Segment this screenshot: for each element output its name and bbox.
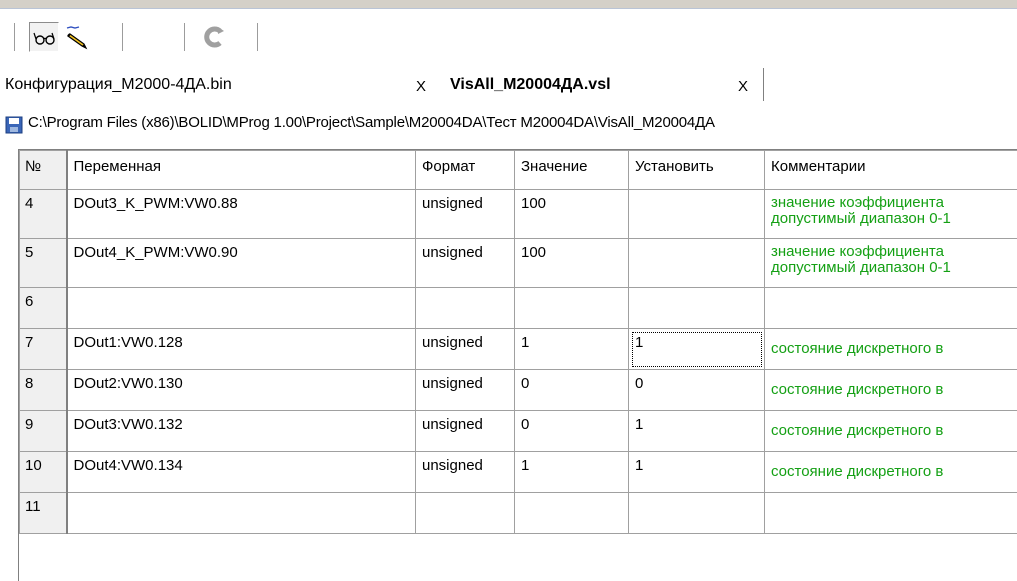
column-header-set[interactable]: Установить <box>628 150 765 190</box>
comment-line: значение коэффициента <box>771 243 944 260</box>
comment-cell[interactable]: состояние дискретного в <box>764 369 1017 411</box>
pencil-icon[interactable] <box>62 22 92 52</box>
variables-table: № Переменная Формат Значение Установить … <box>18 149 1017 581</box>
document-tabs: Конфигурация_М2000-4ДА.bin X VisAll_М200… <box>0 66 1017 104</box>
variable-cell[interactable]: DOut4_K_PWM:VW0.90 <box>66 238 416 288</box>
value-cell: 1 <box>514 328 629 370</box>
table-row[interactable]: 9 DOut3:VW0.132 unsigned 0 1 состояние д… <box>19 410 1017 452</box>
row-number: 4 <box>19 189 68 239</box>
tab-label: VisAll_М20004ДА.vsl <box>450 76 611 93</box>
row-number: 8 <box>19 369 68 411</box>
set-value-input[interactable] <box>628 287 765 329</box>
file-path: C:\Program Files (x86)\BOLID\MProg 1.00\… <box>28 114 715 131</box>
value-cell: 100 <box>514 189 629 239</box>
comment-line: значение коэффициента <box>771 194 944 211</box>
format-cell[interactable]: unsigned <box>415 410 515 452</box>
title-strip <box>0 0 1017 9</box>
file-path-bar: C:\Program Files (x86)\BOLID\MProg 1.00\… <box>0 108 1017 138</box>
toolbar-separator <box>257 23 258 51</box>
tab-close-button[interactable]: X <box>416 78 426 95</box>
row-number: 7 <box>19 328 68 370</box>
comment-line: допустимый диапазон 0-1 <box>771 259 951 276</box>
table-header-row: № Переменная Формат Значение Установить … <box>19 150 1017 190</box>
comment-cell[interactable]: состояние дискретного в <box>764 451 1017 493</box>
column-header-variable[interactable]: Переменная <box>66 150 416 190</box>
table-row[interactable]: 6 <box>19 287 1017 329</box>
set-value-input[interactable] <box>628 492 765 534</box>
variable-cell[interactable] <box>66 287 416 329</box>
comment-cell[interactable] <box>764 492 1017 534</box>
value-cell: 0 <box>514 410 629 452</box>
table-row[interactable]: 5 DOut4_K_PWM:VW0.90 unsigned 100 значен… <box>19 238 1017 288</box>
format-cell[interactable] <box>415 492 515 534</box>
format-cell[interactable]: unsigned <box>415 328 515 370</box>
format-cell[interactable]: unsigned <box>415 238 515 288</box>
table-row[interactable]: 8 DOut2:VW0.130 unsigned 0 0 состояние д… <box>19 369 1017 411</box>
toolbar-separator <box>14 23 15 51</box>
table-row[interactable]: 11 <box>19 492 1017 534</box>
variable-cell[interactable] <box>66 492 416 534</box>
set-value-input[interactable]: 0 <box>628 369 765 411</box>
set-value-input[interactable]: 1 <box>628 451 765 493</box>
format-cell[interactable]: unsigned <box>415 369 515 411</box>
table-row[interactable]: 7 DOut1:VW0.128 unsigned 1 1 состояние д… <box>19 328 1017 370</box>
comment-line: допустимый диапазон 0-1 <box>771 210 951 227</box>
value-cell: 0 <box>514 369 629 411</box>
toolbar-separator <box>122 23 123 51</box>
variable-cell[interactable]: DOut2:VW0.130 <box>66 369 416 411</box>
comment-cell[interactable]: состояние дискретного в <box>764 328 1017 370</box>
value-cell: 100 <box>514 238 629 288</box>
tab-close-button[interactable]: X <box>738 78 748 95</box>
value-cell: 1 <box>514 451 629 493</box>
set-value-input[interactable]: 1 <box>628 410 765 452</box>
format-cell[interactable] <box>415 287 515 329</box>
tab-label: Конфигурация_М2000-4ДА.bin <box>5 76 232 93</box>
format-cell[interactable]: unsigned <box>415 189 515 239</box>
table-row[interactable]: 10 DOut4:VW0.134 unsigned 1 1 состояние … <box>19 451 1017 493</box>
save-icon[interactable] <box>5 116 23 134</box>
tab-divider <box>763 68 764 101</box>
toolbar-separator <box>184 23 185 51</box>
set-value-input[interactable]: 1 <box>628 328 765 370</box>
set-value-input[interactable] <box>628 238 765 288</box>
table-row[interactable]: 4 DOut3_K_PWM:VW0.88 unsigned 100 значен… <box>19 189 1017 239</box>
variable-cell[interactable]: DOut3:VW0.132 <box>66 410 416 452</box>
set-value-input[interactable] <box>628 189 765 239</box>
refresh-icon[interactable] <box>199 22 229 52</box>
row-number: 6 <box>19 287 68 329</box>
column-header-format[interactable]: Формат <box>415 150 515 190</box>
row-number: 10 <box>19 451 68 493</box>
column-header-number[interactable]: № <box>19 150 68 190</box>
column-header-value[interactable]: Значение <box>514 150 629 190</box>
row-number: 11 <box>19 492 68 534</box>
tab-configuration[interactable]: Конфигурация_М2000-4ДА.bin X <box>0 68 436 100</box>
comment-cell[interactable]: значение коэффициента допустимый диапазо… <box>764 238 1017 288</box>
toolbar <box>0 9 1017 65</box>
column-header-comment[interactable]: Комментарии <box>764 150 1017 190</box>
row-number: 9 <box>19 410 68 452</box>
variable-cell[interactable]: DOut3_K_PWM:VW0.88 <box>66 189 416 239</box>
variable-cell[interactable]: DOut1:VW0.128 <box>66 328 416 370</box>
comment-cell[interactable] <box>764 287 1017 329</box>
comment-cell[interactable]: состояние дискретного в <box>764 410 1017 452</box>
tab-visall[interactable]: VisAll_М20004ДА.vsl X <box>436 68 762 100</box>
comment-cell[interactable]: значение коэффициента допустимый диапазо… <box>764 189 1017 239</box>
glasses-icon[interactable] <box>29 22 59 52</box>
value-cell <box>514 287 629 329</box>
mprog-window: Конфигурация_М2000-4ДА.bin X VisAll_М200… <box>0 0 1017 581</box>
variable-cell[interactable]: DOut4:VW0.134 <box>66 451 416 493</box>
value-cell <box>514 492 629 534</box>
row-number: 5 <box>19 238 68 288</box>
format-cell[interactable]: unsigned <box>415 451 515 493</box>
